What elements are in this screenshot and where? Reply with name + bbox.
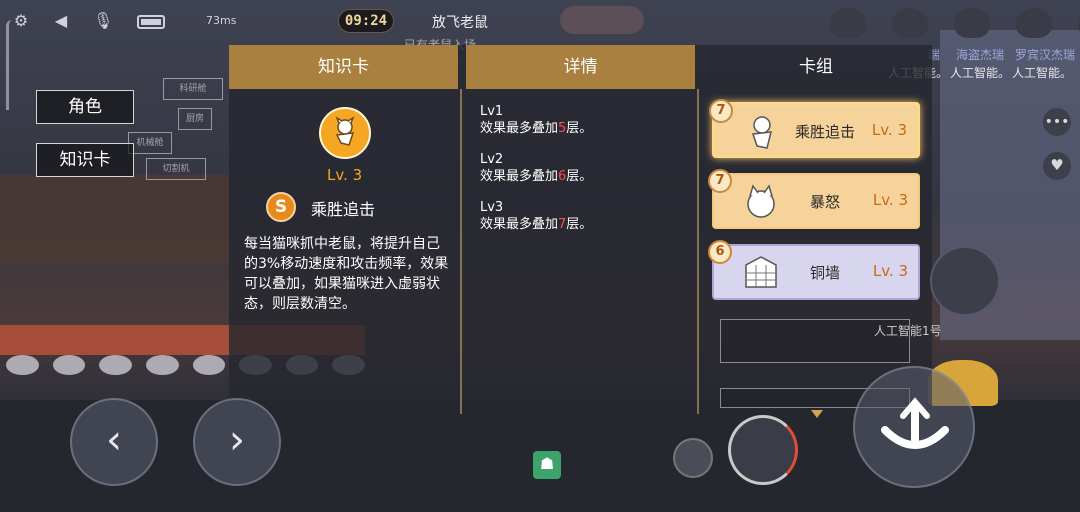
match-timer: 09:24 <box>338 9 394 33</box>
grade-badge: S <box>266 192 296 222</box>
deck-card-copper-wall[interactable]: 6 铜墙 Lv. 3 <box>708 240 920 300</box>
column-header-detail: 详情 <box>466 45 695 89</box>
deck-card-name: 暴怒 <box>810 193 841 211</box>
tab-role[interactable]: 角色 <box>36 90 134 124</box>
cat-running-icon <box>335 116 355 146</box>
skill-button[interactable] <box>930 246 1000 316</box>
move-left-button[interactable]: ‹ <box>70 398 158 486</box>
mode-title: 放飞老鼠 <box>432 15 488 31</box>
status-bar: ⚙ ◀ 🎙 73ms 09:24 放飞老鼠 已有老鼠入场 <box>0 0 1080 52</box>
chat-message: 人工智能。 <box>950 66 1011 80</box>
minimap-room: 科研舱 <box>163 78 223 100</box>
minimap-room: 机械舱 <box>128 132 172 154</box>
level-label: Lv2 <box>480 152 504 167</box>
level-label: Lv1 <box>480 104 504 119</box>
mouse-lives <box>830 8 1080 38</box>
card-cost: 6 <box>708 240 732 264</box>
jump-icon <box>881 397 949 449</box>
level-effect: 效果最多叠加7层。 <box>480 217 593 232</box>
minimap-room: 厨房 <box>178 108 212 130</box>
deck-card-name: 乘胜追击 <box>795 123 856 141</box>
level-effect: 效果最多叠加5层。 <box>480 121 593 136</box>
card-cost: 7 <box>709 99 733 123</box>
level-detail: Lv2 效果最多叠加6层。 <box>480 151 592 185</box>
wall-icon <box>745 256 777 288</box>
chat-bubble-icon[interactable]: ••• <box>1043 108 1071 136</box>
deck-card-level: Lv. 3 <box>872 191 908 209</box>
character-skill-button[interactable] <box>728 415 798 485</box>
card-cost: 7 <box>708 169 732 193</box>
ping-value: 73ms <box>206 14 237 27</box>
deck-card-victory-chase[interactable]: 7 乘胜追击 Lv. 3 <box>709 99 920 158</box>
heart-icon <box>954 8 990 38</box>
column-divider <box>460 89 462 414</box>
card-level: Lv. 3 <box>327 166 363 184</box>
cat-avatar-button[interactable] <box>673 438 713 478</box>
gear-icon[interactable]: ⚙ <box>12 12 30 30</box>
deck-card-level: Lv. 3 <box>872 262 908 280</box>
deck-card-rage[interactable]: 7 暴怒 Lv. 3 <box>708 169 920 229</box>
column-header-deck: 卡组 <box>799 57 833 77</box>
level-effect: 效果最多叠加6层。 <box>480 169 593 184</box>
heart-icon <box>830 8 866 38</box>
left-rail <box>6 20 12 110</box>
column-divider <box>697 89 699 414</box>
chat-message: 人工智能。 <box>1012 66 1073 80</box>
chat-name: 海盗杰瑞 <box>956 48 1005 62</box>
jump-button[interactable] <box>853 366 975 488</box>
cat-running-icon <box>751 116 772 149</box>
chat-name: 罗宾汉杰瑞 <box>1015 48 1076 62</box>
level-detail: Lv1 效果最多叠加5层。 <box>480 103 592 137</box>
card-icon <box>319 107 371 159</box>
minimap-room: 切割机 <box>146 158 206 180</box>
tab-knowledge-card[interactable]: 知识卡 <box>36 143 134 177</box>
cat-progress-badge <box>560 6 644 34</box>
column-header-card: 知识卡 <box>229 45 458 89</box>
level-detail: Lv3 效果最多叠加7层。 <box>480 199 592 233</box>
heart-icon[interactable]: ♥ <box>1043 152 1071 180</box>
deck-card-level: Lv. 3 <box>871 121 907 139</box>
heart-icon <box>1016 8 1052 38</box>
move-right-button[interactable]: › <box>193 398 281 486</box>
mic-muted-icon[interactable]: 🎙 <box>93 12 113 30</box>
player-label: 人工智能1号 <box>874 324 942 338</box>
deck-card-name: 铜墙 <box>810 264 841 282</box>
level-label: Lv3 <box>480 200 504 215</box>
scroll-down-indicator <box>811 410 823 418</box>
card-name: 乘胜追击 <box>311 200 376 219</box>
speaker-icon[interactable]: ◀ <box>52 12 70 30</box>
battery-icon <box>137 15 165 29</box>
card-description: 每当猫咪抓中老鼠，将提升自己的3%移动速度和攻击频率，效果可以叠加，如果猫咪进入… <box>244 236 449 312</box>
heart-icon <box>892 8 928 38</box>
ghost-icon[interactable]: ☗ <box>533 451 561 479</box>
angry-cat-icon <box>747 184 775 218</box>
